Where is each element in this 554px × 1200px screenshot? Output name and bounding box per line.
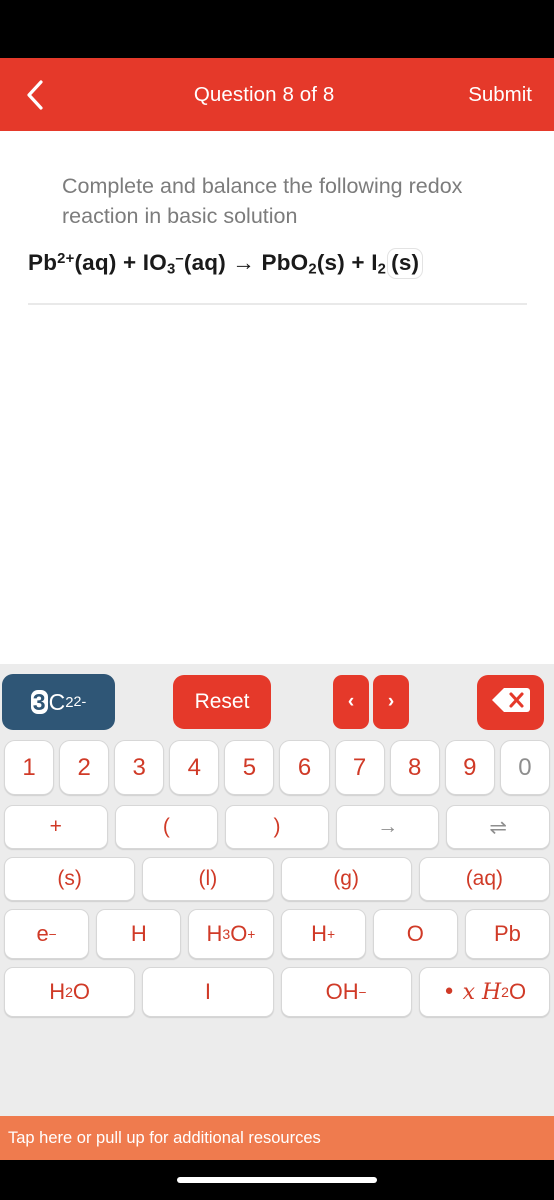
- equation-arrow: →: [232, 250, 256, 275]
- key-hydronium-sub: 3: [222, 926, 231, 942]
- equation-state-s-1: (s): [316, 250, 345, 275]
- key-digit-7[interactable]: 7: [334, 740, 385, 795]
- submit-button[interactable]: Submit: [468, 83, 554, 107]
- key-digit-9[interactable]: 9: [444, 740, 495, 795]
- token-superscript[interactable]: 2-: [74, 694, 87, 710]
- equation-display[interactable]: Pb2+(aq) + IO3–(aq) → PbO2(s) + I2 (s): [28, 248, 528, 279]
- key-hydroxide-base: OH: [325, 979, 359, 1004]
- equation-term-io3: IO3–: [142, 250, 184, 278]
- key-state-solid[interactable]: (s): [4, 857, 136, 901]
- key-water[interactable]: H2O: [4, 967, 136, 1017]
- chevron-left-icon: [24, 78, 46, 112]
- key-digit-2[interactable]: 2: [59, 740, 110, 795]
- key-paren-open[interactable]: (: [114, 805, 219, 849]
- keypad-species-row-1: e − H H 3 O + H + O Pb: [4, 909, 551, 959]
- key-electron-base: e: [36, 921, 49, 946]
- home-indicator-area: [0, 1160, 554, 1200]
- equation-term-i2: I2: [371, 250, 387, 278]
- key-hydrate-prefix: • 𝑥 H: [442, 979, 502, 1005]
- key-digit-0[interactable]: 0: [499, 740, 550, 795]
- key-paren-close[interactable]: ): [225, 805, 329, 849]
- token-subscript[interactable]: 2: [65, 694, 73, 711]
- equation-operator-plus: +: [122, 250, 137, 275]
- key-digit-1[interactable]: 1: [4, 740, 55, 795]
- key-iodine-base: I: [204, 979, 211, 1004]
- key-state-gas[interactable]: (g): [280, 857, 412, 901]
- key-state-aqueous[interactable]: (aq): [418, 857, 550, 901]
- key-proton-charge: +: [327, 926, 336, 942]
- key-digit-8[interactable]: 8: [389, 740, 440, 795]
- key-hydrate[interactable]: • 𝑥 H2O: [418, 967, 550, 1017]
- equation-term-pbo2: PbO2: [261, 250, 317, 278]
- key-oxygen-base: O: [406, 921, 424, 946]
- equation-term-pb: Pb2+: [28, 250, 75, 275]
- key-hydronium-o: O: [230, 921, 248, 946]
- keypad-state-row: (s) (l) (g) (aq): [4, 857, 550, 901]
- key-water-h: H: [49, 979, 66, 1004]
- key-hydroxide[interactable]: OH −: [280, 967, 412, 1017]
- question-area: Complete and balance the following redox…: [0, 131, 554, 664]
- key-water-o: O: [72, 979, 91, 1004]
- key-digit-5[interactable]: 5: [224, 740, 275, 795]
- key-equilibrium-arrow[interactable]: ⇌: [446, 805, 550, 849]
- backspace-icon: [491, 686, 531, 719]
- page-title: Question 8 of 8: [193, 82, 335, 106]
- keypad-tool-row: 3 C 2 2- Reset ‹ ›: [0, 674, 554, 732]
- key-electron[interactable]: e −: [4, 909, 90, 959]
- key-hydrate-o: O: [509, 979, 527, 1004]
- key-hydronium-charge: +: [247, 926, 256, 942]
- key-lead[interactable]: Pb: [464, 909, 551, 959]
- chemistry-keypad: 3 C 2 2- Reset ‹ › 1 2 3 4 5 6 7 8 9 0 +…: [0, 664, 554, 1116]
- key-hydroxide-charge: −: [358, 984, 367, 1000]
- key-water-sub: 2: [65, 984, 73, 1000]
- phone-screen: Question 8 of 8 Submit Complete and bala…: [0, 0, 554, 1200]
- prev-token-button[interactable]: ‹: [333, 675, 369, 729]
- app-header: Question 8 of 8 Submit: [0, 58, 554, 131]
- reset-button[interactable]: Reset: [173, 675, 271, 729]
- key-digit-6[interactable]: 6: [279, 740, 330, 795]
- key-digit-3[interactable]: 3: [114, 740, 165, 795]
- key-proton-base: H: [311, 921, 328, 946]
- delete-button[interactable]: [477, 675, 544, 730]
- key-iodine[interactable]: I: [142, 967, 274, 1017]
- resources-banner-label: Tap here or pull up for additional resou…: [8, 1128, 321, 1147]
- home-indicator[interactable]: [177, 1177, 377, 1183]
- keypad-digit-row: 1 2 3 4 5 6 7 8 9 0: [4, 740, 550, 795]
- next-token-button[interactable]: ›: [373, 675, 409, 729]
- key-electron-charge: −: [48, 926, 57, 942]
- status-bar: [0, 0, 554, 58]
- key-plus[interactable]: +: [4, 805, 108, 849]
- equation-state-aq-2: (aq): [183, 250, 226, 275]
- content-divider: [28, 303, 527, 305]
- resources-banner[interactable]: Tap here or pull up for additional resou…: [0, 1116, 554, 1160]
- key-hydrogen[interactable]: H: [96, 909, 182, 959]
- keypad-species-row-2: H2O I OH − • 𝑥 H2O: [4, 967, 550, 1017]
- key-arrow-right[interactable]: →: [335, 805, 440, 849]
- token-symbol[interactable]: C: [49, 689, 66, 716]
- keypad-operator-row: + ( ) → ⇌: [4, 805, 550, 849]
- equation-state-aq-1: (aq): [74, 250, 117, 275]
- equation-operator-plus-2: +: [351, 250, 365, 275]
- key-proton[interactable]: H +: [280, 909, 366, 959]
- key-hydrate-sub: 2: [501, 984, 510, 1000]
- key-lead-base: Pb: [493, 921, 521, 946]
- key-state-liquid[interactable]: (l): [142, 857, 274, 901]
- token-coefficient[interactable]: 3: [30, 689, 48, 715]
- key-hydronium-h: H: [206, 921, 223, 946]
- key-hydrogen-base: H: [130, 921, 147, 946]
- question-prompt: Complete and balance the following redox…: [62, 174, 463, 228]
- key-digit-4[interactable]: 4: [169, 740, 220, 795]
- token-chip[interactable]: 3 C 2 2-: [2, 674, 115, 730]
- equation-cursor-token[interactable]: (s): [387, 248, 424, 279]
- key-hydronium[interactable]: H 3 O +: [188, 909, 274, 959]
- key-oxygen[interactable]: O: [372, 909, 458, 959]
